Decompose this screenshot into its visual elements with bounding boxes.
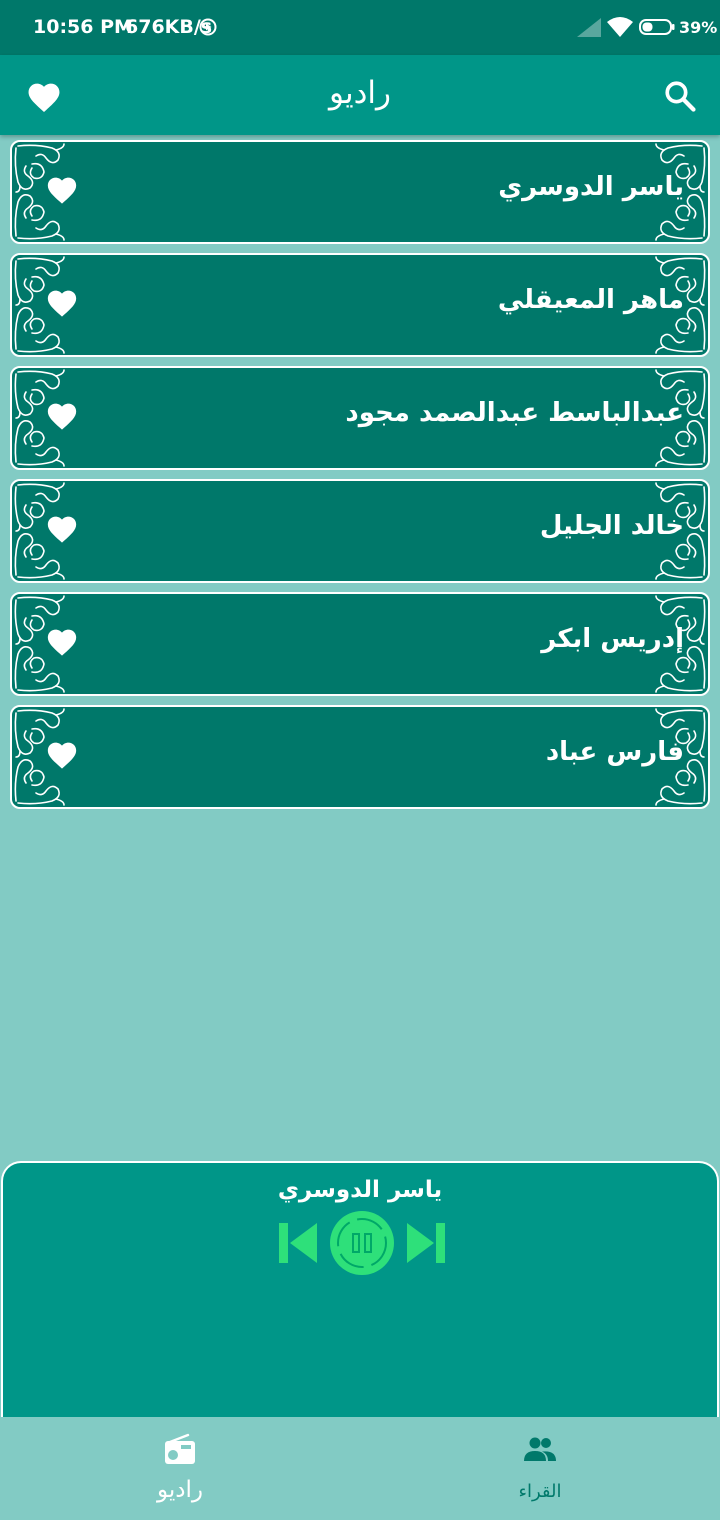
bottom-nav: القراء راديو bbox=[0, 1417, 720, 1520]
radio-icon bbox=[165, 1433, 195, 1464]
favorite-heart-icon[interactable] bbox=[45, 399, 79, 431]
now-playing-panel: ياسر الدوسري bbox=[1, 1161, 719, 1417]
favorite-heart-icon[interactable] bbox=[45, 512, 79, 544]
reciter-name: عبدالباسط عبدالصمد مجود bbox=[345, 398, 684, 428]
people-icon bbox=[524, 1437, 556, 1461]
favorite-heart-icon[interactable] bbox=[45, 286, 79, 318]
reciter-list: ياسر الدوسري ماهر المعيقلي عبدالباسط عبد… bbox=[10, 140, 710, 818]
reciter-card[interactable]: فارس عباد bbox=[10, 705, 710, 809]
skip-previous-icon[interactable] bbox=[277, 1221, 319, 1265]
cell-signal-icon bbox=[577, 18, 601, 37]
reciter-name: إدريس ابكر bbox=[541, 624, 684, 654]
page-title: راديو bbox=[328, 75, 392, 111]
favorite-heart-icon[interactable] bbox=[45, 173, 79, 205]
reciter-card[interactable]: ياسر الدوسري bbox=[10, 140, 710, 244]
nav-readers[interactable]: القراء bbox=[440, 1417, 640, 1520]
nav-readers-label: القراء bbox=[518, 1481, 562, 1502]
battery-icon bbox=[639, 19, 675, 35]
battery-percent: 39% bbox=[679, 18, 718, 37]
reciter-card[interactable]: عبدالباسط عبدالصمد مجود bbox=[10, 366, 710, 470]
nav-radio[interactable]: راديو bbox=[80, 1417, 280, 1520]
reciter-name: ماهر المعيقلي bbox=[497, 285, 684, 315]
reciter-card[interactable]: خالد الجليل bbox=[10, 479, 710, 583]
status-time: 10:56 PM bbox=[33, 16, 133, 38]
app-bar: راديو bbox=[0, 55, 720, 135]
nav-radio-label: راديو bbox=[156, 1477, 204, 1503]
reciter-name: فارس عباد bbox=[545, 737, 684, 767]
reciter-card[interactable]: ماهر المعيقلي bbox=[10, 253, 710, 357]
search-icon[interactable] bbox=[663, 79, 697, 113]
favorite-heart-icon[interactable] bbox=[45, 625, 79, 657]
status-bar: 10:56 PM 676KB/s 39% bbox=[0, 0, 720, 55]
reciter-name: خالد الجليل bbox=[539, 511, 684, 541]
media-playing-icon bbox=[199, 18, 217, 36]
favorite-heart-icon[interactable] bbox=[45, 738, 79, 770]
wifi-icon bbox=[607, 17, 633, 37]
reciter-name: ياسر الدوسري bbox=[498, 172, 684, 202]
now-playing-title: ياسر الدوسري bbox=[277, 1177, 443, 1203]
pause-icon[interactable] bbox=[329, 1210, 395, 1276]
skip-next-icon[interactable] bbox=[405, 1221, 447, 1265]
reciter-card[interactable]: إدريس ابكر bbox=[10, 592, 710, 696]
